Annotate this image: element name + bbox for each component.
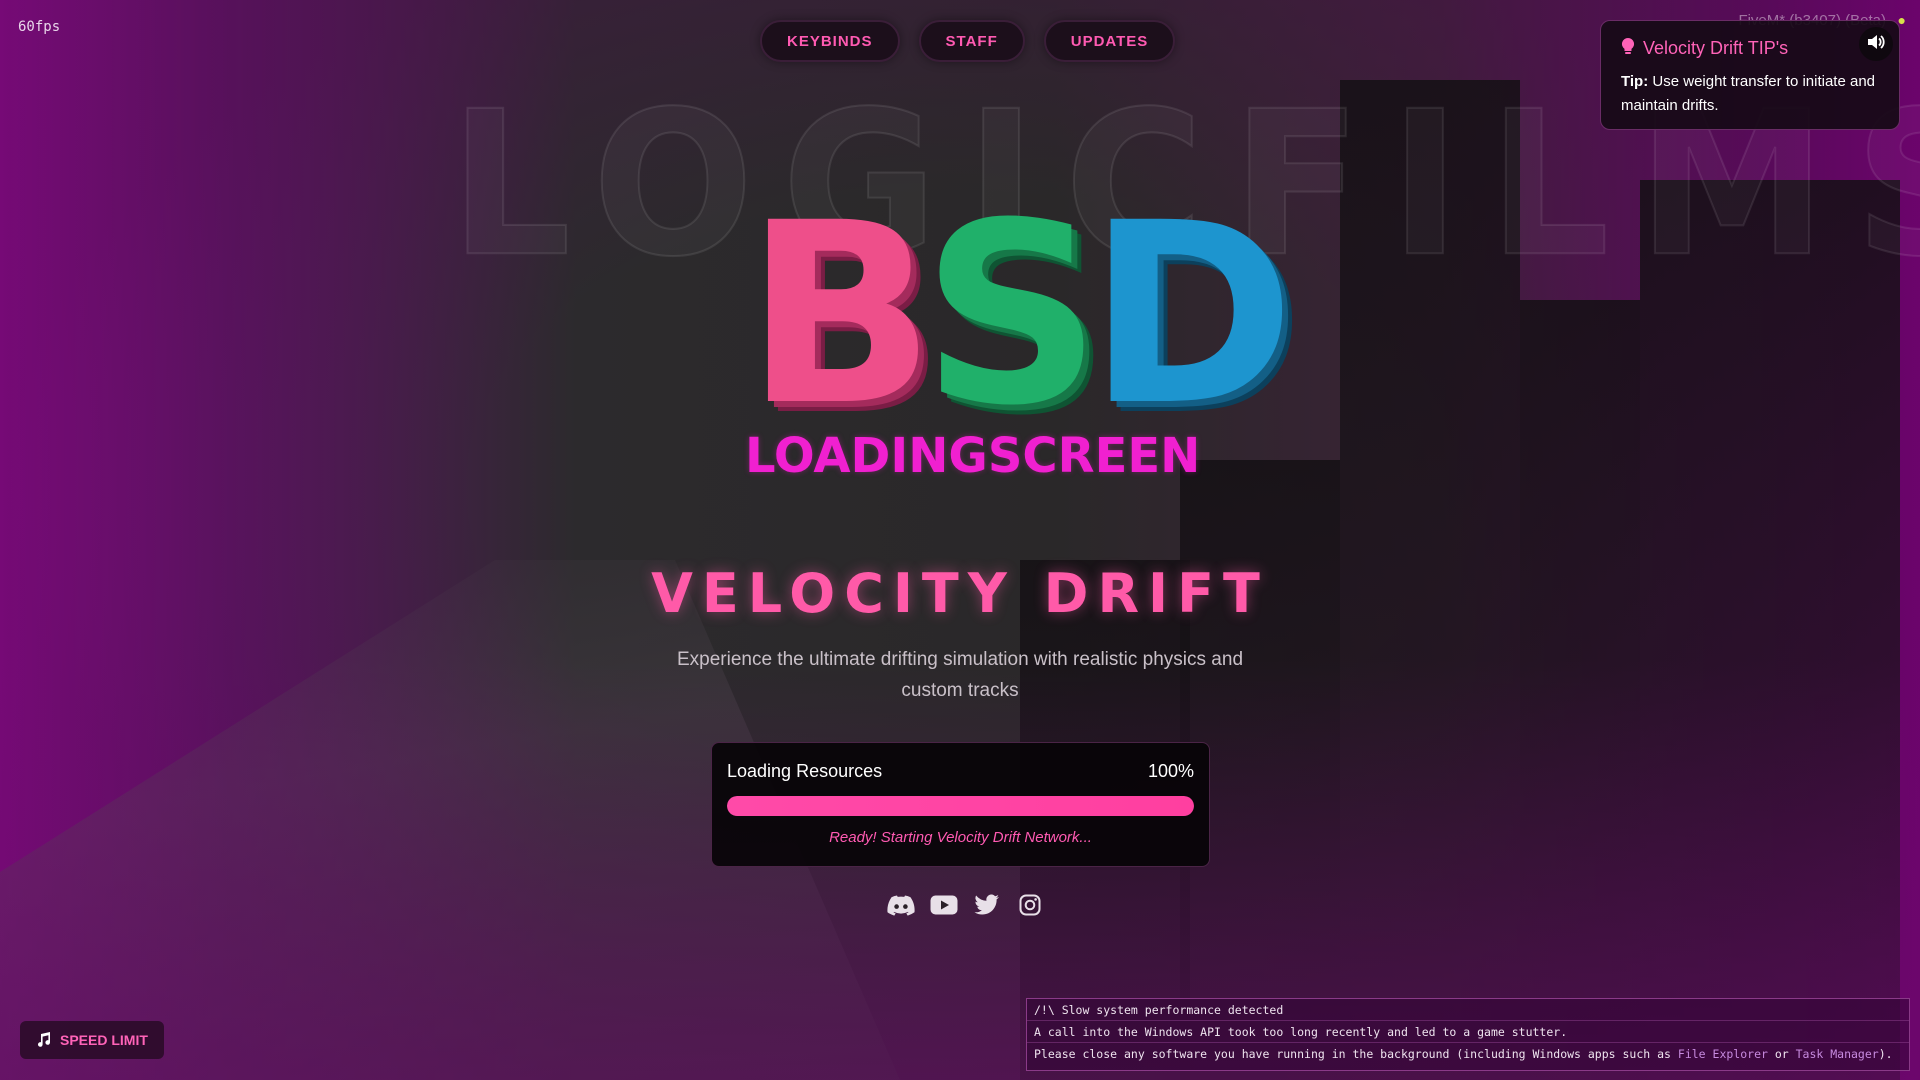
background-building bbox=[1640, 180, 1900, 1080]
progress-fill bbox=[727, 796, 1194, 816]
fps-counter: 60fps bbox=[18, 19, 61, 35]
progress-track bbox=[727, 796, 1194, 816]
logo-letter-s: S bbox=[921, 169, 1102, 460]
tip-header: Velocity Drift TIP's bbox=[1621, 37, 1879, 60]
logo-subtitle: LOADINGSCREEN bbox=[745, 428, 1201, 484]
console-text: ). bbox=[1878, 1047, 1893, 1061]
twitter-icon[interactable] bbox=[972, 892, 1002, 918]
bsd-logo: B S D LOADINGSCREEN bbox=[745, 190, 1295, 490]
tip-prefix: Tip: bbox=[1621, 73, 1649, 90]
loading-header: Loading Resources 100% bbox=[727, 761, 1194, 782]
server-title: VELOCITY DRIFT bbox=[651, 562, 1269, 625]
tip-panel: Velocity Drift TIP's Tip: Use weight tra… bbox=[1600, 20, 1900, 130]
lightbulb-icon bbox=[1621, 37, 1635, 60]
discord-icon[interactable] bbox=[886, 892, 916, 918]
console-line: A call into the Windows API took too lon… bbox=[1027, 1021, 1909, 1043]
tip-body: Tip: Use weight transfer to initiate and… bbox=[1621, 70, 1879, 118]
sound-toggle-button[interactable] bbox=[1859, 27, 1893, 61]
performance-warning-console: /!\ Slow system performance detected A c… bbox=[1026, 998, 1910, 1071]
tip-title: Velocity Drift TIP's bbox=[1643, 38, 1789, 58]
console-line: Please close any software you have runni… bbox=[1027, 1043, 1909, 1065]
file-explorer-highlight: File Explorer bbox=[1677, 1047, 1768, 1061]
music-note-icon bbox=[36, 1031, 52, 1050]
staff-button[interactable]: STAFF bbox=[918, 20, 1025, 62]
music-track-label: SPEED LIMIT bbox=[60, 1032, 148, 1048]
background-building bbox=[1520, 300, 1640, 1080]
tip-text: Use weight transfer to initiate and main… bbox=[1621, 73, 1876, 114]
social-links bbox=[886, 892, 1045, 918]
keybinds-button[interactable]: KEYBINDS bbox=[760, 20, 900, 62]
console-text: Please close any software you have runni… bbox=[1034, 1047, 1678, 1061]
task-manager-highlight: Task Manager bbox=[1795, 1047, 1879, 1061]
top-nav: KEYBINDS STAFF UPDATES bbox=[760, 20, 1176, 62]
loading-label: Loading Resources bbox=[727, 761, 883, 781]
instagram-icon[interactable] bbox=[1015, 892, 1045, 918]
console-text: or bbox=[1767, 1047, 1796, 1061]
music-player[interactable]: SPEED LIMIT bbox=[20, 1021, 164, 1059]
console-line: /!\ Slow system performance detected bbox=[1027, 999, 1909, 1021]
logo-letters: B S D bbox=[745, 169, 1295, 460]
loading-panel: Loading Resources 100% Ready! Starting V… bbox=[711, 742, 1210, 867]
server-description: Experience the ultimate drifting simulat… bbox=[676, 649, 1244, 701]
speaker-icon bbox=[1867, 34, 1885, 55]
logo-letter-d: D bbox=[1087, 169, 1295, 460]
updates-button[interactable]: UPDATES bbox=[1043, 20, 1176, 62]
loading-percent: 100% bbox=[1147, 761, 1194, 781]
youtube-icon[interactable] bbox=[929, 892, 959, 918]
loading-screen: LOGICFILMS 60fps FiveM* (b3407) (Beta) ●… bbox=[0, 0, 1920, 1080]
logo-letter-b: B bbox=[745, 169, 936, 460]
loading-status: Ready! Starting Velocity Drift Network..… bbox=[829, 829, 1092, 846]
